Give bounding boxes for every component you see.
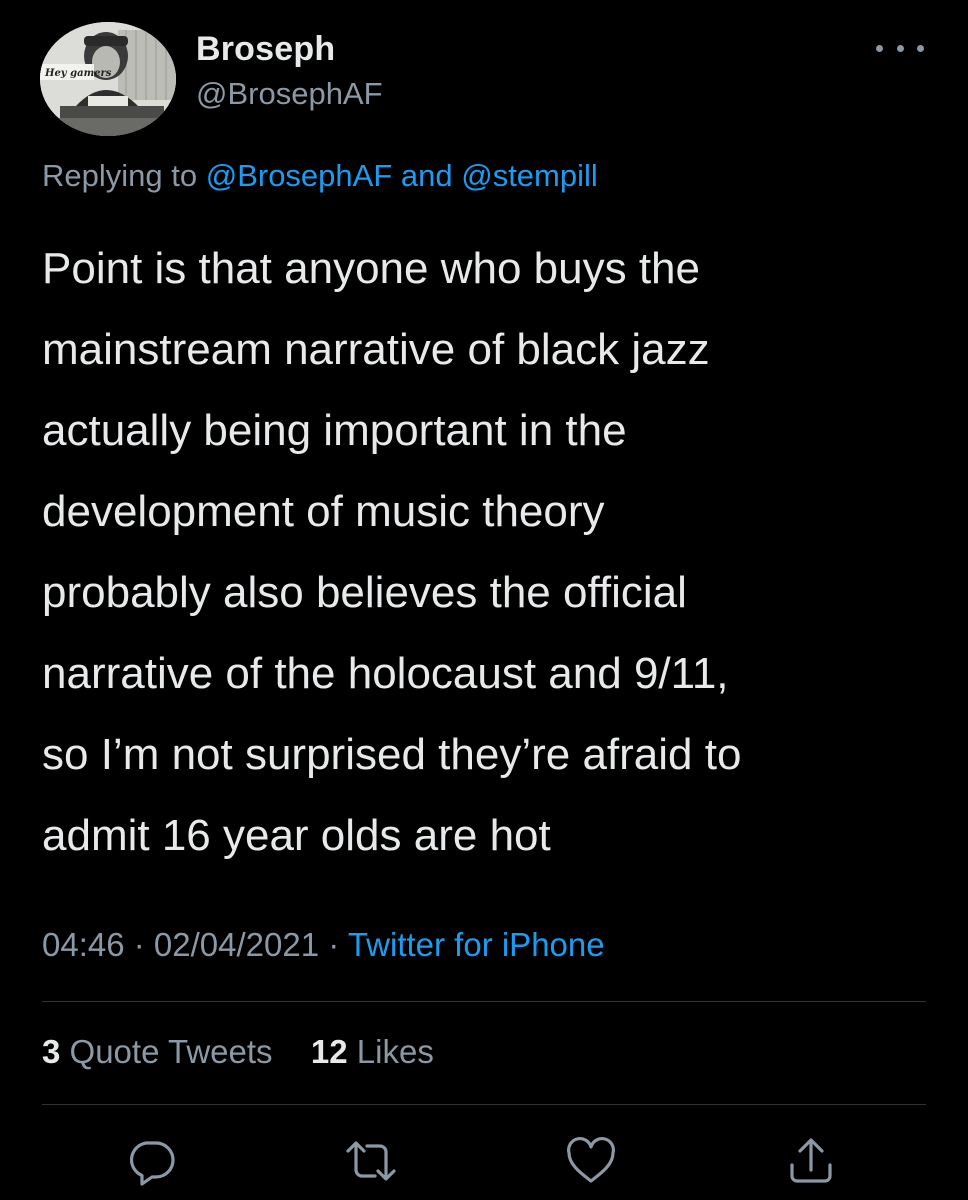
quote-tweets-label: Quote Tweets bbox=[60, 1033, 273, 1070]
display-name[interactable]: Broseph bbox=[196, 30, 335, 69]
tweet-text: Point is that anyone who buys the mainst… bbox=[42, 228, 922, 876]
divider bbox=[42, 1104, 926, 1105]
mention-link[interactable]: @stempill bbox=[461, 158, 598, 193]
avatar-caption: Hey gamers bbox=[44, 68, 112, 79]
likes-label: Likes bbox=[347, 1033, 434, 1070]
action-bar bbox=[0, 1134, 968, 1188]
meta-separator: · bbox=[319, 926, 348, 963]
tweet-meta: 04:46 · 02/04/2021 · Twitter for iPhone bbox=[42, 926, 605, 964]
likes-count: 12 bbox=[310, 1033, 348, 1070]
share-button[interactable] bbox=[784, 1134, 838, 1188]
like-button[interactable] bbox=[564, 1134, 618, 1188]
replying-prefix: Replying to bbox=[42, 158, 206, 193]
tweet-text-line: so I’m not surprised they’re afraid to bbox=[42, 730, 742, 779]
comment-icon bbox=[129, 1141, 175, 1186]
heart-icon bbox=[567, 1137, 615, 1183]
user-handle[interactable]: @BrosephAF bbox=[196, 76, 383, 112]
retweet-button[interactable] bbox=[344, 1134, 398, 1188]
quote-tweets-stat[interactable]: 3 Quote Tweets bbox=[42, 1033, 273, 1070]
tweet-text-line: mainstream narrative of black jazz bbox=[42, 325, 710, 374]
tweet-date[interactable]: 02/04/2021 bbox=[154, 926, 319, 963]
replying-to: Replying to @BrosephAF and @stempill bbox=[42, 158, 598, 194]
tweet-text-line: admit 16 year olds are hot bbox=[42, 811, 551, 860]
replying-joiner: and bbox=[392, 158, 462, 193]
tweet-text-line: narrative of the holocaust and 9/11, bbox=[42, 649, 729, 698]
share-icon bbox=[790, 1138, 832, 1183]
tweet-text-line: probably also believes the official bbox=[42, 568, 687, 617]
tweet-time[interactable]: 04:46 bbox=[42, 926, 125, 963]
avatar-image: Hey gamers bbox=[40, 22, 176, 136]
tweet-source-link[interactable]: Twitter for iPhone bbox=[348, 926, 605, 963]
more-dot bbox=[917, 44, 924, 52]
quote-tweets-count: 3 bbox=[42, 1033, 61, 1070]
more-dot bbox=[896, 44, 904, 52]
reply-button[interactable] bbox=[124, 1134, 178, 1188]
tweet-detail: Hey gamers Broseph @BrosephAF Replying t… bbox=[0, 0, 968, 1200]
more-options-icon[interactable] bbox=[876, 36, 924, 60]
mention-link[interactable]: @BrosephAF bbox=[206, 158, 393, 193]
divider bbox=[42, 1001, 926, 1002]
retweet-icon bbox=[346, 1141, 396, 1181]
avatar[interactable]: Hey gamers bbox=[40, 22, 176, 136]
more-dot bbox=[876, 44, 883, 52]
engagement-stats: 3 Quote Tweets 12 Likes bbox=[42, 1033, 434, 1071]
tweet-text-line: Point is that anyone who buys the bbox=[42, 244, 700, 293]
likes-stat[interactable]: 12 Likes bbox=[311, 1033, 434, 1070]
tweet-text-line: development of music theory bbox=[42, 487, 605, 536]
meta-separator: · bbox=[124, 926, 154, 963]
tweet-text-line: actually being important in the bbox=[42, 406, 627, 455]
